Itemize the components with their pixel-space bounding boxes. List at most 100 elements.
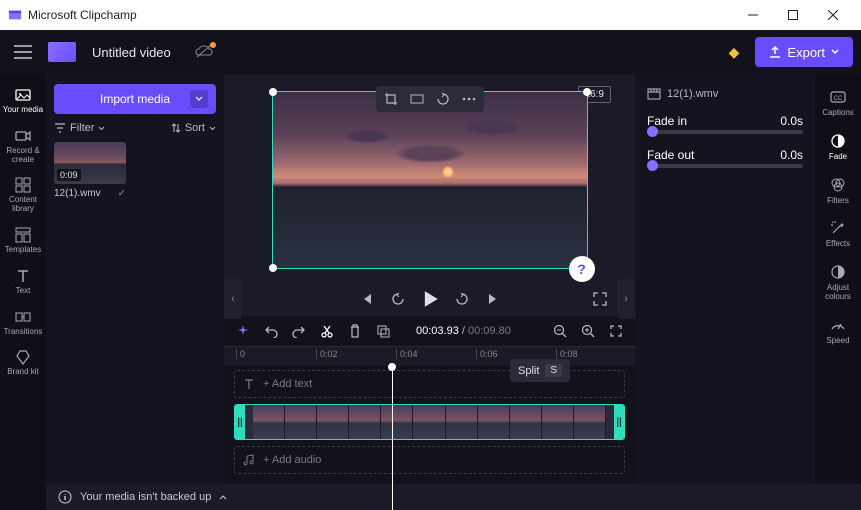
premium-icon[interactable]: ◆ xyxy=(729,44,740,61)
zoom-in-button[interactable] xyxy=(579,322,597,340)
ai-sparkle-button[interactable] xyxy=(234,322,252,340)
fade-icon xyxy=(829,132,847,150)
transport-bar: ‹ › xyxy=(224,282,635,316)
clip-thumbnail: 0:09 xyxy=(54,142,126,184)
clip-trim-right[interactable]: || xyxy=(614,405,624,439)
skip-end-button[interactable] xyxy=(485,290,503,308)
zoom-out-button[interactable] xyxy=(551,322,569,340)
nav-captions[interactable]: CC Captions xyxy=(816,80,860,122)
templates-icon xyxy=(14,226,32,244)
video-preview[interactable]: ? xyxy=(272,91,588,269)
effects-icon xyxy=(829,219,847,237)
audio-track-placeholder[interactable]: + Add audio xyxy=(234,446,625,474)
zoom-fit-button[interactable] xyxy=(607,322,625,340)
camera-icon xyxy=(14,127,32,145)
right-nav: CC Captions Fade Filters Effects Adjust … xyxy=(815,74,861,510)
ruler-tick: 0:02 xyxy=(316,349,338,359)
resize-handle-tr[interactable] xyxy=(583,88,591,96)
media-clip[interactable]: 0:09 12(1).wmv ✓ xyxy=(54,142,126,199)
split-tooltip: Split S xyxy=(510,359,570,382)
slider-knob[interactable] xyxy=(647,126,658,137)
inspector-panel: 12(1).wmv Fade in 0.0s Fade out 0.0s xyxy=(635,74,815,510)
brand-kit-icon xyxy=(14,348,32,366)
filters-icon xyxy=(829,176,847,194)
nav-brand-kit[interactable]: Brand kit xyxy=(1,342,45,381)
backup-warning-bar[interactable]: Your media isn't backed up xyxy=(46,484,861,510)
resize-handle-bl[interactable] xyxy=(269,264,277,272)
window-close-button[interactable] xyxy=(813,0,853,30)
chevron-down-icon xyxy=(98,126,105,131)
filter-icon xyxy=(54,123,66,133)
crop-button[interactable] xyxy=(383,91,399,107)
resize-handle-tl[interactable] xyxy=(269,88,277,96)
filter-button[interactable]: Filter xyxy=(54,122,105,134)
captions-icon: CC xyxy=(829,88,847,106)
chevron-down-icon xyxy=(209,126,216,131)
clapperboard-icon xyxy=(48,42,76,62)
fullscreen-button[interactable] xyxy=(591,290,609,308)
redo-button[interactable] xyxy=(290,322,308,340)
clip-trim-left[interactable]: || xyxy=(235,405,245,439)
play-button[interactable] xyxy=(421,290,439,308)
video-clip-track[interactable]: || || xyxy=(234,404,625,440)
menu-button[interactable] xyxy=(8,37,38,67)
export-label: Export xyxy=(787,45,825,60)
preview-area: 16:9 ? xyxy=(224,74,635,282)
project-title[interactable]: Untitled video xyxy=(86,45,177,60)
rewind-button[interactable] xyxy=(389,290,407,308)
app-topbar: Untitled video ◆ Export xyxy=(0,30,861,74)
import-dropdown-toggle[interactable] xyxy=(190,90,208,108)
export-button[interactable]: Export xyxy=(755,37,853,67)
nav-record[interactable]: Record & create xyxy=(1,121,45,169)
clip-used-checkmark-icon: ✓ xyxy=(118,188,126,199)
window-minimize-button[interactable] xyxy=(733,0,773,30)
split-button[interactable] xyxy=(318,322,336,340)
library-icon xyxy=(14,176,32,194)
cloud-sync-off-icon[interactable] xyxy=(195,45,213,59)
speed-icon xyxy=(829,316,847,334)
fadein-slider[interactable] xyxy=(647,130,803,134)
editor-center: 16:9 ? ‹ › Split S xyxy=(224,74,635,510)
slider-knob[interactable] xyxy=(647,160,658,171)
pip-button[interactable] xyxy=(435,91,451,107)
forward-button[interactable] xyxy=(453,290,471,308)
contrast-icon xyxy=(829,263,847,281)
nav-filters[interactable]: Filters xyxy=(816,168,860,210)
window-titlebar: Microsoft Clipchamp xyxy=(0,0,861,30)
fadeout-slider[interactable] xyxy=(647,164,803,168)
timeline-ruler[interactable]: 0 0:02 0:04 0:06 0:08 xyxy=(224,346,635,366)
timeline-toolbar: 00:03.93 / 00:09.80 xyxy=(224,316,635,346)
clip-thumbnails xyxy=(253,405,606,439)
panel-collapse-right[interactable]: › xyxy=(617,279,635,319)
ruler-tick: 0:04 xyxy=(396,349,418,359)
nav-effects[interactable]: Effects xyxy=(816,211,860,253)
fadeout-value: 0.0s xyxy=(780,148,803,162)
nav-your-media[interactable]: Your media xyxy=(1,80,45,119)
panel-collapse-left[interactable]: ‹ xyxy=(224,279,242,319)
help-button[interactable]: ? xyxy=(569,256,595,282)
window-maximize-button[interactable] xyxy=(773,0,813,30)
skip-start-button[interactable] xyxy=(357,290,375,308)
nav-transitions[interactable]: Transitions xyxy=(1,302,45,341)
nav-text[interactable]: Text xyxy=(1,261,45,300)
sort-button[interactable]: Sort xyxy=(171,122,216,134)
app-title: Microsoft Clipchamp xyxy=(28,8,733,22)
fit-button[interactable] xyxy=(409,91,425,107)
nav-adjust-colours[interactable]: Adjust colours xyxy=(816,255,860,306)
nav-fade[interactable]: Fade xyxy=(816,124,860,166)
transitions-icon xyxy=(14,308,32,326)
undo-button[interactable] xyxy=(262,322,280,340)
nav-speed[interactable]: Speed xyxy=(816,308,860,350)
preview-toolbar xyxy=(376,86,484,112)
timeline-time: 00:03.93 / 00:09.80 xyxy=(416,325,511,337)
delete-button[interactable] xyxy=(346,322,364,340)
ruler-tick: 0 xyxy=(236,349,245,359)
nav-content-library[interactable]: Content library xyxy=(1,170,45,218)
import-media-button[interactable]: Import media xyxy=(54,84,216,114)
duplicate-button[interactable] xyxy=(374,322,392,340)
more-options-button[interactable] xyxy=(461,91,477,107)
sort-icon xyxy=(171,123,181,133)
playhead[interactable] xyxy=(392,366,393,510)
media-panel: Import media Filter Sort 0:09 12(1).wmv … xyxy=(46,74,224,510)
nav-templates[interactable]: Templates xyxy=(1,220,45,259)
